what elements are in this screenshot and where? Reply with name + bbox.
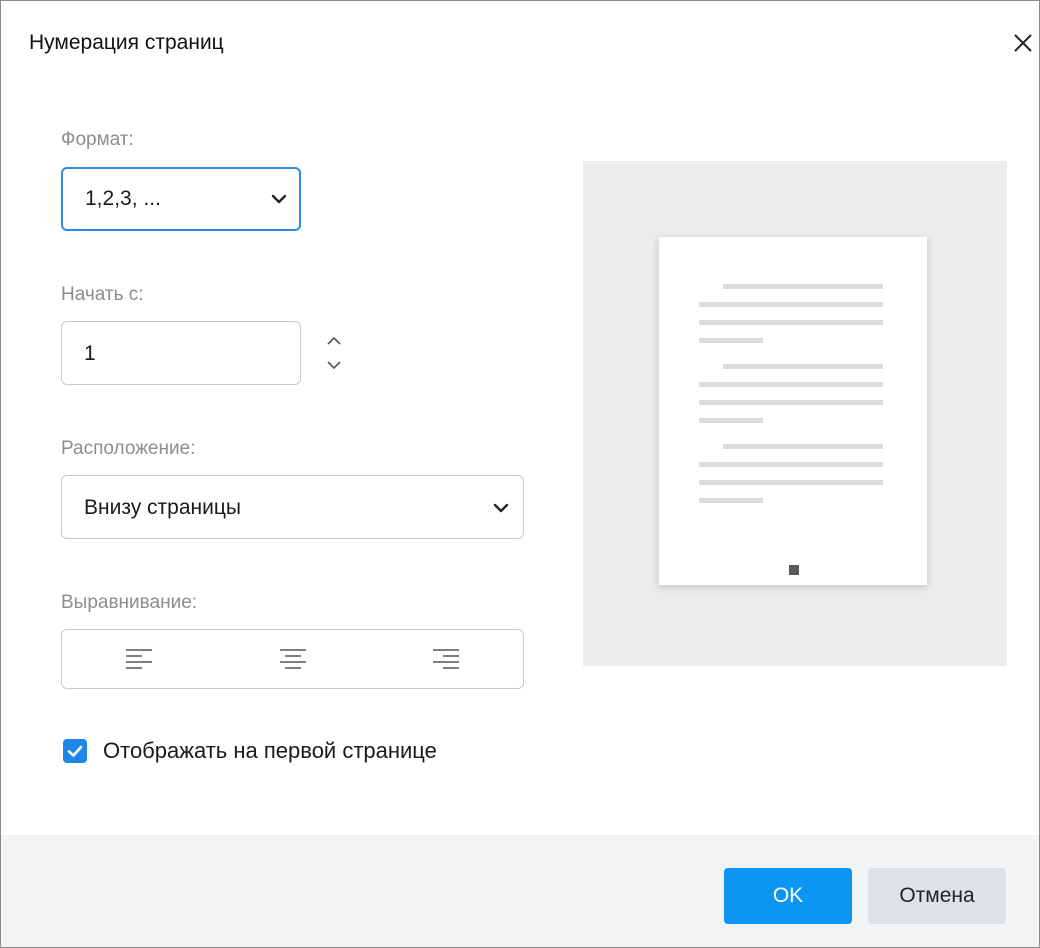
align-left-button[interactable] <box>62 630 216 688</box>
spin-up-icon[interactable] <box>324 334 344 348</box>
start-value: 1 <box>84 342 96 365</box>
align-left-icon <box>125 649 152 669</box>
ok-button[interactable]: OK <box>724 868 852 924</box>
show-first-page-label: Отображать на первой странице <box>103 738 437 763</box>
position-label: Расположение: <box>61 438 196 459</box>
chevron-down-icon <box>271 194 287 204</box>
align-right-button[interactable] <box>369 630 523 688</box>
alignment-label: Выравнивание: <box>61 592 198 613</box>
start-number-input[interactable]: 1 <box>61 321 341 385</box>
position-select[interactable]: Внизу страницы <box>61 475 524 539</box>
checkmark-icon <box>67 745 83 757</box>
page-numbering-dialog: Нумерация страниц Формат: 1,2,3, ... Нач… <box>0 0 1040 948</box>
cancel-button[interactable]: Отмена <box>868 868 1006 924</box>
chevron-down-icon <box>493 503 509 513</box>
format-label: Формат: <box>61 129 134 150</box>
format-value: 1,2,3, ... <box>85 187 161 210</box>
format-select[interactable]: 1,2,3, ... <box>61 167 301 231</box>
alignment-group <box>61 629 524 689</box>
start-label: Начать с: <box>61 284 144 305</box>
checkbox[interactable] <box>63 739 87 763</box>
page-preview <box>583 161 1007 666</box>
spin-down-icon[interactable] <box>324 358 344 372</box>
position-value: Внизу страницы <box>84 496 241 519</box>
close-icon[interactable] <box>1009 29 1037 57</box>
page-number-marker <box>789 565 799 575</box>
align-center-button[interactable] <box>216 630 370 688</box>
dialog-title: Нумерация страниц <box>29 31 224 54</box>
align-right-icon <box>433 649 460 669</box>
show-first-page-checkbox[interactable]: Отображать на первой странице <box>63 738 437 764</box>
align-center-icon <box>279 649 306 669</box>
preview-page <box>659 237 927 585</box>
